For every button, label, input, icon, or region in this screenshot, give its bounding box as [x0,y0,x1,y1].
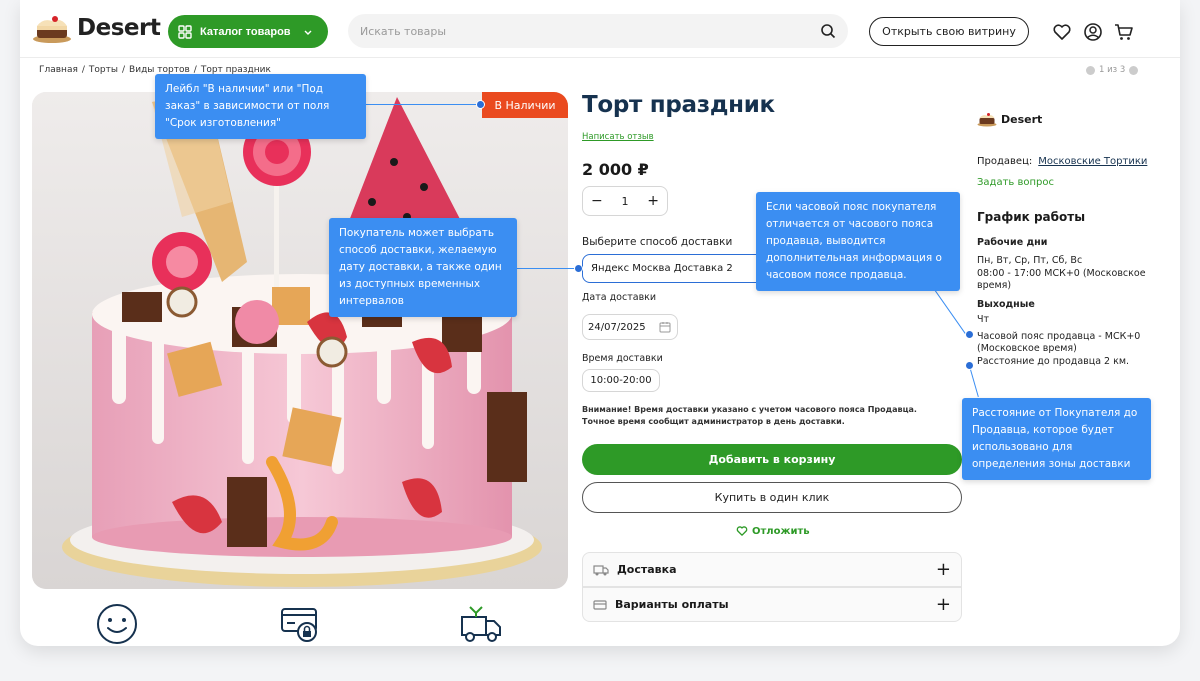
delivery-date-value: 24/07/2025 [588,321,646,333]
delivery-notice: Внимание! Время доставки указано с учето… [582,404,962,428]
callout-connector [517,268,579,269]
cake-image-icon [32,92,568,589]
callout-connector [969,366,979,398]
product-pager: 1 из 3 [1086,65,1139,75]
secure-card-icon [281,608,317,642]
seller-name-link[interactable]: Московские Тортики [1038,156,1147,167]
workdays-hours: 08:00 - 17:00 МСК+0 (Московское время) [977,268,1146,291]
search-input[interactable] [360,24,820,38]
header: Desert Каталог товаров Открыть свою витр… [20,0,1180,58]
delivery-time-slot[interactable]: 10:00-20:00 [582,369,660,392]
workdays-days: Пн, Вт, Ср, Пт, Сб, Вс [977,255,1083,266]
prev-product-icon[interactable] [1086,65,1095,75]
callout-distance: Расстояние от Покупателя до Продавца, ко… [962,398,1151,480]
seller-logo[interactable]: Desert [976,111,1042,127]
expand-icon[interactable]: + [936,594,951,615]
quantity-increase-button[interactable]: + [647,193,659,209]
heart-icon[interactable] [1052,22,1072,42]
ask-question-link[interactable]: Задать вопрос [977,177,1054,188]
callout-pin [476,100,485,109]
defer-link[interactable]: Отложить [736,525,810,537]
seller-timezone: Часовой пояс продавца - МСК+0 (Московско… [977,331,1141,354]
quantity-stepper: − 1 + [582,186,668,216]
delivery-time-label: Время доставки [582,353,663,364]
defer-label: Отложить [752,525,810,537]
search-bar [348,14,848,48]
calendar-icon[interactable] [659,321,671,333]
product-photo[interactable] [32,92,568,589]
heart-icon [736,526,748,536]
weekends-days: Чт [977,314,990,325]
accordion-payment-label: Варианты оплаты [615,598,729,611]
callout-pin [574,264,583,273]
breadcrumb-home[interactable]: Главная [39,65,78,75]
smile-icon [97,604,137,644]
delivery-method-label: Выберите способ доставки [582,236,733,248]
delivery-date-label: Дата доставки [582,292,657,303]
expand-icon[interactable]: + [936,559,951,580]
stock-badge: В Наличии [482,92,568,118]
open-store-button[interactable]: Открыть свою витрину [869,17,1029,46]
buy-one-click-button[interactable]: Купить в один клик [582,482,962,513]
card-icon [593,599,607,610]
user-icon[interactable] [1083,22,1103,42]
product-title: Торт праздник [582,92,775,118]
catalog-label: Каталог товаров [200,25,291,38]
breadcrumb-separator: / [122,65,126,75]
accordion-delivery-label: Доставка [617,563,677,576]
callout-pin [965,361,974,370]
delivery-notice-line: Внимание! Время доставки указано с учето… [582,405,917,414]
quantity-value[interactable]: 1 [622,195,629,208]
delivery-method-select[interactable]: Яндекс Москва Доставка 2 [582,254,782,283]
delivery-date-field[interactable]: 24/07/2025 [582,314,678,340]
chevron-down-icon [304,30,312,35]
callout-delivery: Покупатель может выбрать способ доставки… [329,218,517,317]
cake-logo-icon [977,113,997,127]
seller-logo-text: Desert [1001,112,1043,126]
cart-icon[interactable] [1114,22,1134,42]
callout-timezone: Если часовой пояс покупателя отличается … [756,192,960,291]
accordion-delivery[interactable]: Доставка + [582,552,962,587]
seller-row: Продавец: Московские Тортики [977,156,1147,167]
delivery-truck-icon [461,606,501,642]
pager-text: 1 из 3 [1099,65,1126,75]
logo[interactable]: Desert [31,12,161,44]
grid-icon [178,24,192,39]
accordion-payment[interactable]: Варианты оплаты + [582,587,962,622]
add-to-cart-button[interactable]: Добавить в корзину [582,444,962,475]
next-product-icon[interactable] [1129,65,1139,75]
delivery-notice-line: Точное время сообщит администратор в ден… [582,417,845,426]
schedule-title: График работы [977,210,1086,224]
logo-text: Desert [77,15,161,41]
search-icon[interactable] [820,23,836,39]
product-price: 2 000 ₽ [582,160,649,179]
catalog-button[interactable]: Каталог товаров [168,15,328,48]
seller-label: Продавец: [977,156,1033,167]
truck-icon [593,564,609,575]
cake-logo-icon [33,16,71,43]
breadcrumb-separator: / [81,65,85,75]
workdays-title: Рабочие дни [977,237,1048,248]
callout-connector [366,104,483,105]
seller-distance: Расстояние до продавца 2 км. [977,356,1130,367]
weekends-title: Выходные [977,299,1035,310]
callout-stock: Лейбл "В наличии" или "Под заказ" в зави… [155,74,366,139]
callout-pin [965,330,974,339]
breadcrumb-cakes[interactable]: Торты [89,65,118,75]
write-review-link[interactable]: Написать отзыв [582,132,654,142]
callout-connector [933,288,968,337]
quantity-decrease-button[interactable]: − [591,193,603,209]
